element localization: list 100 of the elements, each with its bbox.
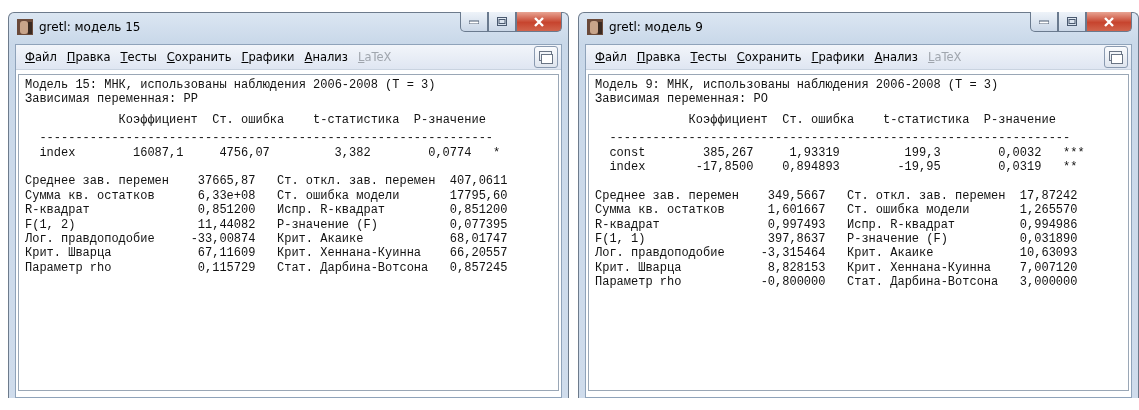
stat-label: Стат. Дарбина-Вотсона <box>847 275 1000 290</box>
stat-value: 67,11609 <box>196 246 256 261</box>
column-header: P-значение <box>982 112 1056 128</box>
p-value: 0,0774 <box>427 145 472 161</box>
stat-label: Крит. Хеннана-Куинна <box>277 246 423 261</box>
menu-item[interactable]: Графики <box>236 48 300 66</box>
stat-value: 0,115729 <box>196 260 256 276</box>
t-stat-value: 3,382 <box>333 145 371 161</box>
std-error-value: 0,894893 <box>781 160 840 175</box>
maximize-button[interactable] <box>1058 12 1086 32</box>
column-header: t-статистика <box>312 112 400 128</box>
coef-value: -17,8500 <box>694 160 754 175</box>
stat-value: 397,8637 <box>766 232 826 247</box>
stat-value: 68,01747 <box>448 232 508 247</box>
menu-item[interactable]: Тесты <box>115 48 162 66</box>
stat-value: 1,601667 <box>766 203 826 218</box>
stat-label: Параметр rho <box>595 275 683 290</box>
significance-stars: ** <box>1062 160 1079 175</box>
stat-label: Крит. Акаике <box>277 232 365 247</box>
stat-label: Параметр rho <box>25 260 113 276</box>
stat-label: Ст. ошибка модели <box>847 203 971 218</box>
output-line: Зависимая переменная: PP <box>25 92 199 107</box>
stat-value: 407,0611 <box>448 174 508 189</box>
minimize-icon <box>1039 19 1049 24</box>
close-icon <box>1103 16 1115 27</box>
coef-value: 385,267 <box>702 145 754 161</box>
stat-label: R-квадрат <box>595 217 661 233</box>
stat-value: 11,44082 <box>196 217 256 233</box>
menu-item[interactable]: Графики <box>806 48 870 66</box>
menu-item[interactable]: Правка <box>61 48 116 66</box>
minimize-button[interactable] <box>460 12 488 32</box>
t-stat-value: -19,95 <box>896 160 941 175</box>
stat-label: F(1, 1) <box>595 232 646 247</box>
stat-label: Испр. R-квадрат <box>277 203 387 218</box>
close-button[interactable] <box>516 12 562 32</box>
t-stat-value: 199,3 <box>903 145 941 161</box>
maximize-icon <box>497 17 507 26</box>
stat-label: Лог. правдоподобие <box>25 232 156 247</box>
close-button[interactable] <box>1086 12 1132 32</box>
stat-label: Крит. Акаике <box>847 246 935 261</box>
stat-value: 10,63093 <box>1018 246 1078 261</box>
app-icon <box>17 18 33 35</box>
stat-value: 3,000000 <box>1018 275 1078 290</box>
stat-value: 37665,87 <box>196 174 256 189</box>
stat-value: -3,315464 <box>760 246 826 261</box>
output-line: Модель 15: МНК, использованы наблюдения 2006-2008 (T = 3) <box>25 78 437 93</box>
column-header: Коэффициент <box>117 112 198 128</box>
column-header: P-значение <box>412 112 486 128</box>
menu-item[interactable]: Анализ <box>869 48 923 66</box>
stat-label: Среднее зав. перемен <box>25 174 171 189</box>
output-line: Зависимая переменная: PO <box>595 92 769 107</box>
variable-name: index <box>39 145 77 161</box>
stat-value: 0,994986 <box>1018 217 1078 233</box>
stat-label: Испр. R-квадрат <box>847 217 957 233</box>
p-value: 0,0032 <box>997 145 1042 161</box>
column-header: Ст. ошибка <box>211 112 285 128</box>
separator-line: --------------------------------------------------------------- <box>38 131 495 146</box>
minimize-button[interactable] <box>1030 12 1058 32</box>
stat-value: 1,265570 <box>1018 203 1078 218</box>
stat-value: 0,997493 <box>766 217 826 233</box>
p-value: 0,0319 <box>997 160 1042 175</box>
stat-label: P-значение (F) <box>277 217 379 233</box>
column-header: Ст. ошибка <box>781 112 855 128</box>
column-header: Коэффициент <box>687 112 768 128</box>
window-layout-button[interactable] <box>1104 46 1128 68</box>
menu-item[interactable]: Файл <box>20 48 62 66</box>
column-header: t-статистика <box>882 112 970 128</box>
stat-label: Крит. Шварца <box>25 246 113 261</box>
stat-label: Среднее зав. перемен <box>595 188 741 204</box>
window-title: gretl: модель 15 <box>39 19 142 34</box>
menu-item[interactable]: Анализ <box>299 48 353 66</box>
menu-item[interactable]: Сохранить <box>161 48 237 66</box>
minimize-icon <box>469 19 479 24</box>
stat-value: 0,857245 <box>448 260 508 276</box>
stat-label: Крит. Шварца <box>595 260 683 276</box>
significance-stars: *** <box>1062 145 1085 161</box>
stat-value: 17795,60 <box>448 188 508 204</box>
stat-label: Ст. ошибка модели <box>277 188 401 204</box>
close-icon <box>533 16 545 27</box>
menu-item[interactable]: Файл <box>590 48 632 66</box>
std-error-value: 4756,07 <box>218 145 270 161</box>
separator-line: ---------------------------------------------------------------- <box>608 131 1072 146</box>
maximize-button[interactable] <box>488 12 516 32</box>
stat-value: 349,5667 <box>766 188 826 204</box>
menu-item[interactable]: Тесты <box>685 48 732 66</box>
menu-item[interactable]: Правка <box>631 48 686 66</box>
coef-value: 16087,1 <box>132 145 184 161</box>
menu-item[interactable]: Сохранить <box>731 48 807 66</box>
stat-value: 8,828153 <box>766 260 826 276</box>
stat-value: 0,077395 <box>448 217 508 233</box>
stat-value: 0,851200 <box>196 203 256 218</box>
windows-icon <box>1109 50 1123 64</box>
std-error-value: 1,93319 <box>788 145 840 161</box>
windows-icon <box>539 50 553 64</box>
stat-label: Лог. правдоподобие <box>595 246 726 261</box>
window-title: gretl: модель 9 <box>609 19 704 34</box>
variable-name: const <box>609 145 647 161</box>
window-layout-button[interactable] <box>534 46 558 68</box>
stat-label: Стат. Дарбина-Вотсона <box>277 260 430 276</box>
stat-label: Сумма кв. остатков <box>595 203 726 218</box>
